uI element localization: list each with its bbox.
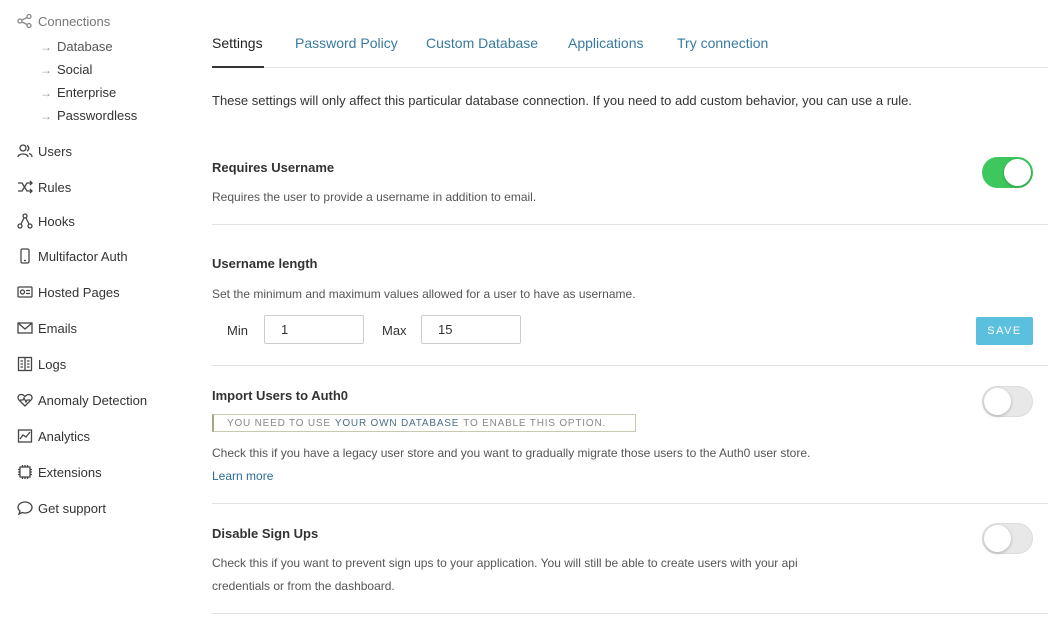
- sidebar-item-label: Get support: [38, 500, 106, 516]
- analytics-icon: [16, 427, 34, 445]
- sidebar-item-analytics[interactable]: Analytics: [16, 427, 90, 445]
- min-label: Min: [227, 323, 248, 338]
- phone-icon: [16, 247, 34, 265]
- disable-signups-toggle[interactable]: [982, 523, 1033, 554]
- toggle-knob: [984, 388, 1011, 415]
- requires-username-toggle[interactable]: [982, 157, 1033, 188]
- learn-more-link[interactable]: Learn more: [212, 469, 273, 483]
- hosted-pages-icon: [16, 283, 34, 301]
- disable-signups-desc-line1: Check this if you want to prevent sign u…: [212, 556, 798, 570]
- import-users-desc: Check this if you have a legacy user sto…: [212, 446, 811, 460]
- sidebar-subitem-label: Passwordless: [57, 108, 138, 123]
- sidebar: Connections → Database → Social → Enterp…: [0, 0, 190, 626]
- sidebar-subitem-label: Social: [57, 62, 93, 77]
- arrow-right-icon: →: [40, 39, 52, 54]
- disable-signups-title: Disable Sign Ups: [212, 526, 319, 541]
- sidebar-item-connections[interactable]: Connections: [16, 12, 110, 30]
- import-users-toggle[interactable]: [982, 386, 1033, 417]
- sidebar-item-extensions[interactable]: Extensions: [16, 463, 102, 481]
- users-icon: [16, 142, 34, 160]
- divider: [212, 613, 1048, 614]
- sidebar-item-logs[interactable]: Logs: [16, 355, 66, 373]
- tab-custom-database[interactable]: Custom Database: [426, 35, 538, 51]
- sidebar-item-label: Logs: [38, 356, 67, 372]
- tab-applications[interactable]: Applications: [568, 35, 644, 51]
- sidebar-item-emails[interactable]: Emails: [16, 319, 77, 337]
- sidebar-item-label: Analytics: [38, 428, 91, 444]
- sidebar-subitem-database[interactable]: → Database: [40, 39, 113, 54]
- heart-icon: [16, 391, 34, 409]
- sidebar-item-label: Rules: [38, 179, 72, 195]
- toggle-knob: [984, 525, 1011, 552]
- import-users-notice: YOU NEED TO USE YOUR OWN DATABASE TO ENA…: [212, 414, 636, 432]
- arrow-right-icon: →: [40, 62, 52, 77]
- chip-icon: [16, 463, 34, 481]
- sidebar-item-users[interactable]: Users: [16, 142, 72, 160]
- requires-username-desc: Requires the user to provide a username …: [212, 190, 537, 204]
- divider: [212, 503, 1048, 504]
- sidebar-item-label: Users: [38, 143, 72, 159]
- mail-icon: [16, 319, 34, 337]
- notice-text: YOU NEED TO USE: [227, 417, 331, 429]
- sidebar-item-label: Anomaly Detection: [38, 392, 148, 408]
- toggle-knob: [1004, 159, 1031, 186]
- sidebar-item-label: Extensions: [38, 464, 102, 480]
- arrow-right-icon: →: [40, 108, 52, 123]
- username-length-desc: Set the minimum and maximum values allow…: [212, 287, 636, 301]
- sidebar-item-label: Hooks: [38, 213, 75, 229]
- username-length-title: Username length: [212, 256, 318, 271]
- disable-signups-desc-line2: credentials or from the dashboard.: [212, 579, 395, 593]
- sidebar-subitem-social[interactable]: → Social: [40, 62, 92, 77]
- sidebar-subitem-passwordless[interactable]: → Passwordless: [40, 108, 137, 123]
- sidebar-item-label: Emails: [38, 320, 78, 336]
- active-tab-indicator: [212, 66, 264, 68]
- sidebar-item-label: Connections: [38, 13, 111, 29]
- sidebar-subitem-label: Enterprise: [57, 85, 117, 100]
- sidebar-item-hooks[interactable]: Hooks: [16, 212, 75, 230]
- min-length-input[interactable]: [264, 315, 364, 344]
- tab-bar: Settings Password Policy Custom Database…: [212, 0, 1048, 68]
- import-users-title: Import Users to Auth0: [212, 388, 349, 403]
- chat-icon: [16, 499, 34, 517]
- tab-settings[interactable]: Settings: [212, 35, 263, 51]
- arrow-right-icon: →: [40, 85, 52, 100]
- max-length-input[interactable]: [421, 315, 521, 344]
- intro-text: These settings will only affect this par…: [212, 93, 913, 108]
- sidebar-subitem-label: Database: [57, 39, 113, 54]
- save-button[interactable]: SAVE: [976, 317, 1033, 345]
- sidebar-item-label: Multifactor Auth: [38, 248, 128, 264]
- sidebar-item-hosted-pages[interactable]: Hosted Pages: [16, 283, 120, 301]
- divider: [212, 365, 1048, 366]
- tab-password-policy[interactable]: Password Policy: [295, 35, 398, 51]
- logs-icon: [16, 355, 34, 373]
- requires-username-title: Requires Username: [212, 160, 335, 175]
- notice-text: TO ENABLE THIS OPTION.: [463, 417, 607, 429]
- hooks-icon: [16, 212, 34, 230]
- rules-icon: [16, 178, 34, 196]
- tab-try-connection[interactable]: Try connection: [677, 35, 768, 51]
- sidebar-subitem-enterprise[interactable]: → Enterprise: [40, 85, 116, 100]
- sidebar-item-label: Hosted Pages: [38, 284, 120, 300]
- sidebar-item-anomaly-detection[interactable]: Anomaly Detection: [16, 391, 147, 409]
- divider: [212, 224, 1048, 225]
- max-label: Max: [382, 323, 407, 338]
- sidebar-item-get-support[interactable]: Get support: [16, 499, 106, 517]
- connections-icon: [16, 12, 34, 30]
- sidebar-item-multifactor-auth[interactable]: Multifactor Auth: [16, 247, 128, 265]
- sidebar-item-rules[interactable]: Rules: [16, 178, 71, 196]
- own-database-link[interactable]: YOUR OWN DATABASE: [335, 418, 459, 429]
